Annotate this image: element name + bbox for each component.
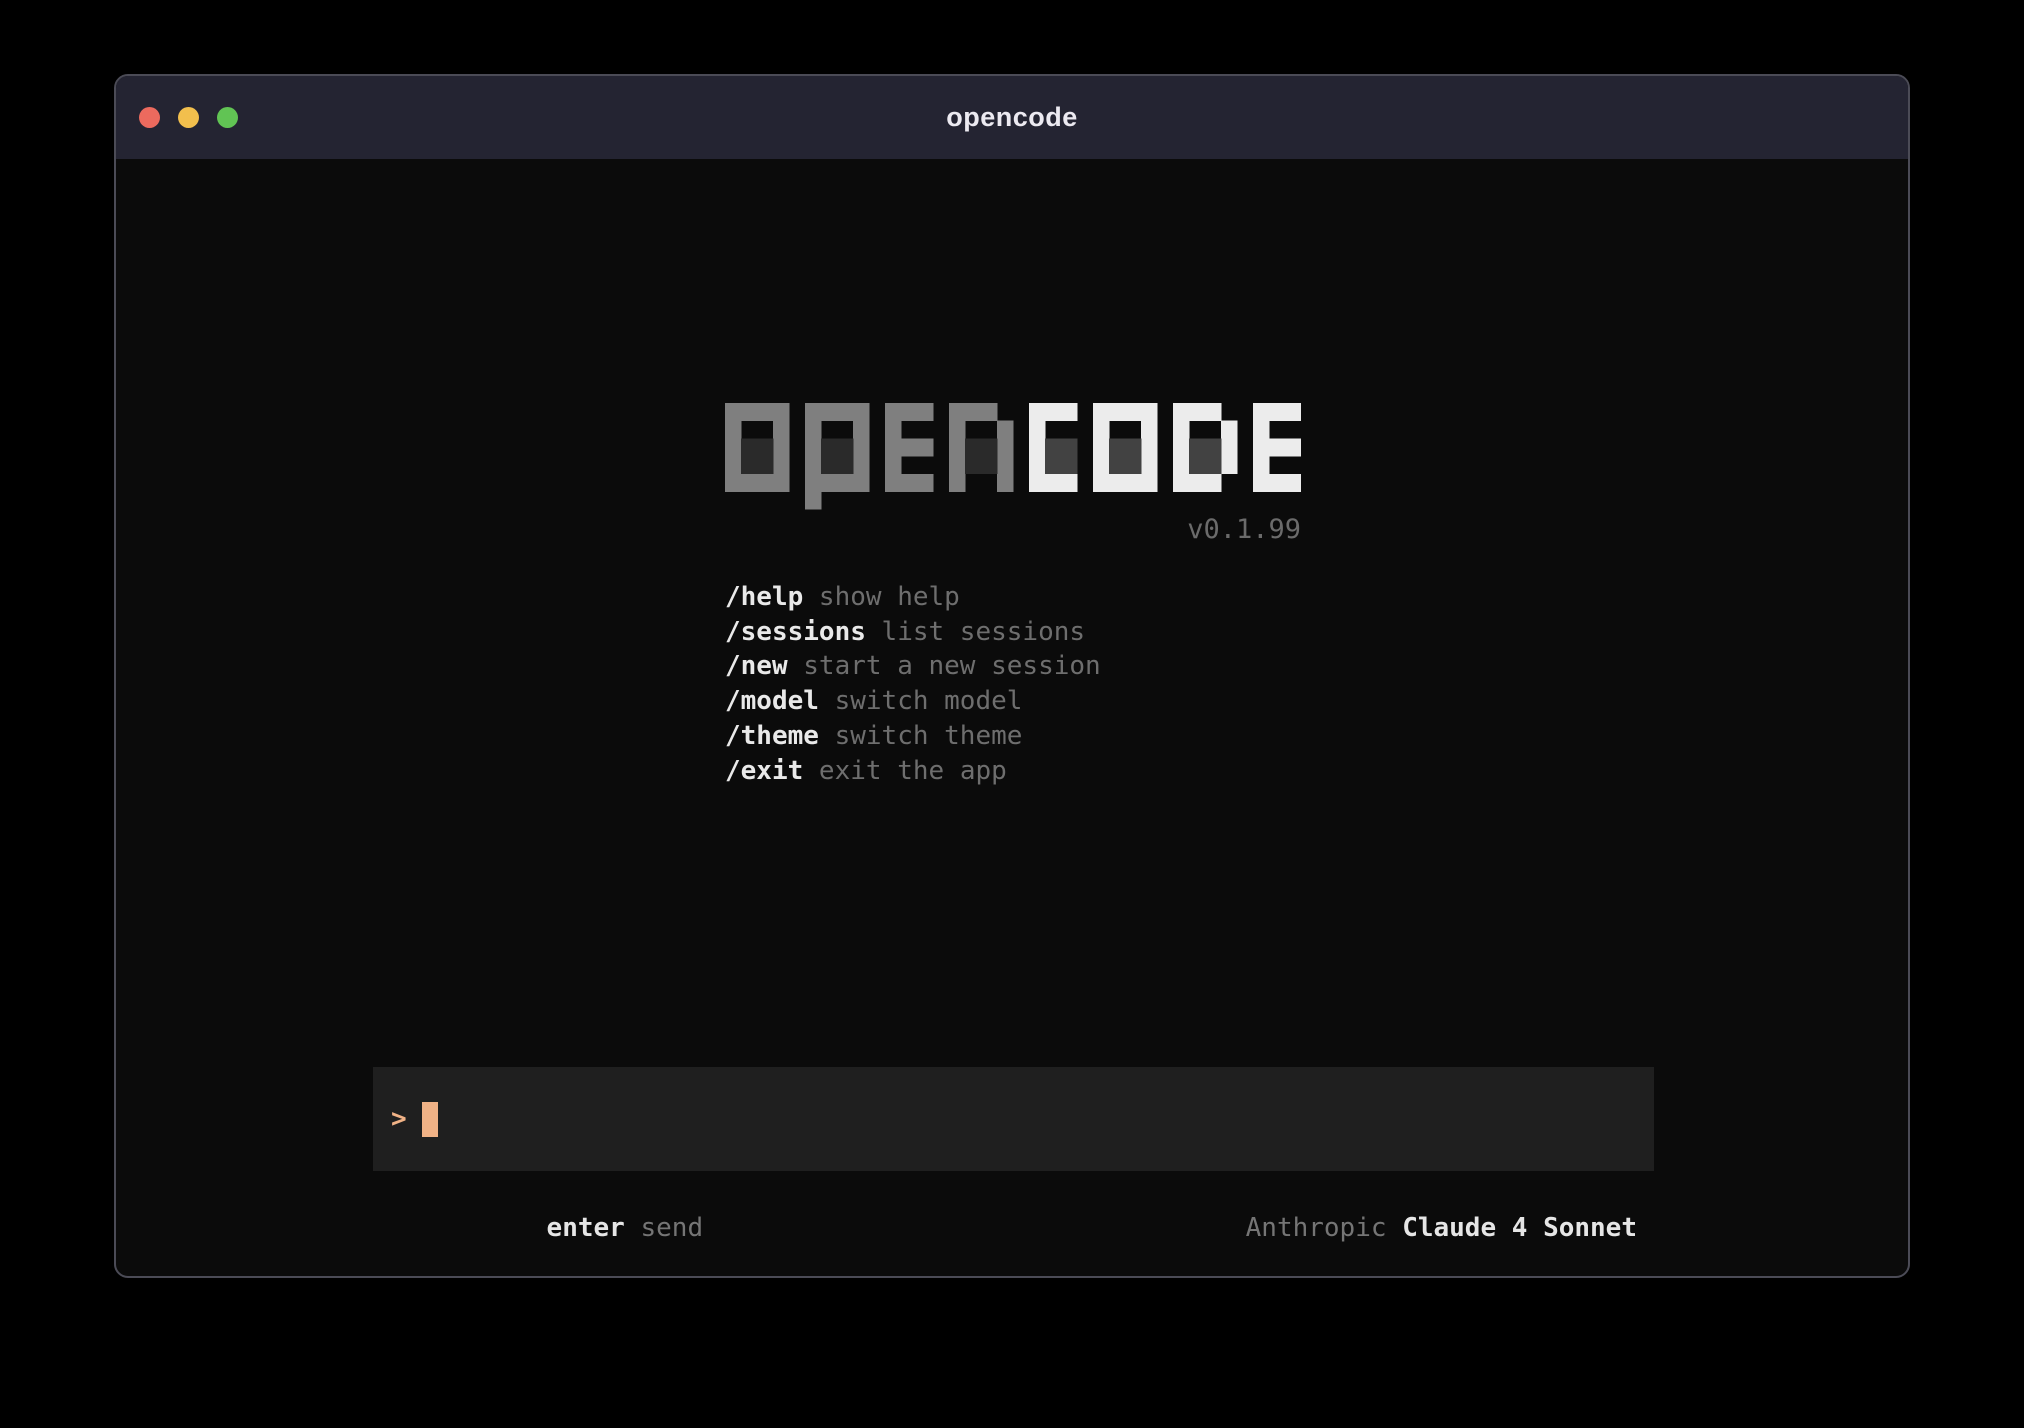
command-description: list sessions: [866, 617, 1085, 647]
status-bar: enter send Anthropic Claude 4 Sonnet: [373, 1176, 1654, 1278]
opencode-window: opencode v0.1.99 /help show help/session…: [114, 74, 1910, 1278]
prompt-input[interactable]: >: [373, 1067, 1654, 1171]
command-description: exit the app: [803, 756, 1007, 786]
command-item: /help show help: [725, 580, 1101, 615]
command-name: /exit: [725, 756, 803, 786]
command-description: switch model: [819, 686, 1023, 716]
command-item: /theme switch theme: [725, 719, 1101, 754]
provider-label: Anthropic: [1246, 1213, 1387, 1243]
command-item: /exit exit the app: [725, 754, 1101, 789]
command-description: switch theme: [819, 721, 1023, 751]
model-label: Claude 4 Sonnet: [1402, 1213, 1637, 1243]
command-description: show help: [803, 582, 960, 612]
enter-key-label: enter: [547, 1213, 625, 1243]
keybind-hint: enter send: [390, 1176, 703, 1278]
model-indicator[interactable]: Anthropic Claude 4 Sonnet: [1089, 1176, 1637, 1278]
logo-block: v0.1.99: [725, 403, 1301, 545]
command-description: start a new session: [788, 651, 1101, 681]
command-list: /help show help/sessions list sessions/n…: [725, 580, 1101, 788]
command-name: /model: [725, 686, 819, 716]
command-item: /new start a new session: [725, 649, 1101, 684]
command-name: /sessions: [725, 617, 866, 647]
opencode-logo: [725, 403, 1301, 510]
send-action-label: send: [640, 1213, 703, 1243]
command-name: /theme: [725, 721, 819, 751]
command-item: /sessions list sessions: [725, 615, 1101, 650]
command-name: /new: [725, 651, 788, 681]
command-name: /help: [725, 582, 803, 612]
command-item: /model switch model: [725, 684, 1101, 719]
text-cursor: [422, 1102, 438, 1137]
terminal-content: v0.1.99 /help show help/sessions list se…: [116, 76, 1908, 1276]
prompt-symbol: >: [391, 1104, 422, 1134]
version-label: v0.1.99: [725, 515, 1301, 545]
